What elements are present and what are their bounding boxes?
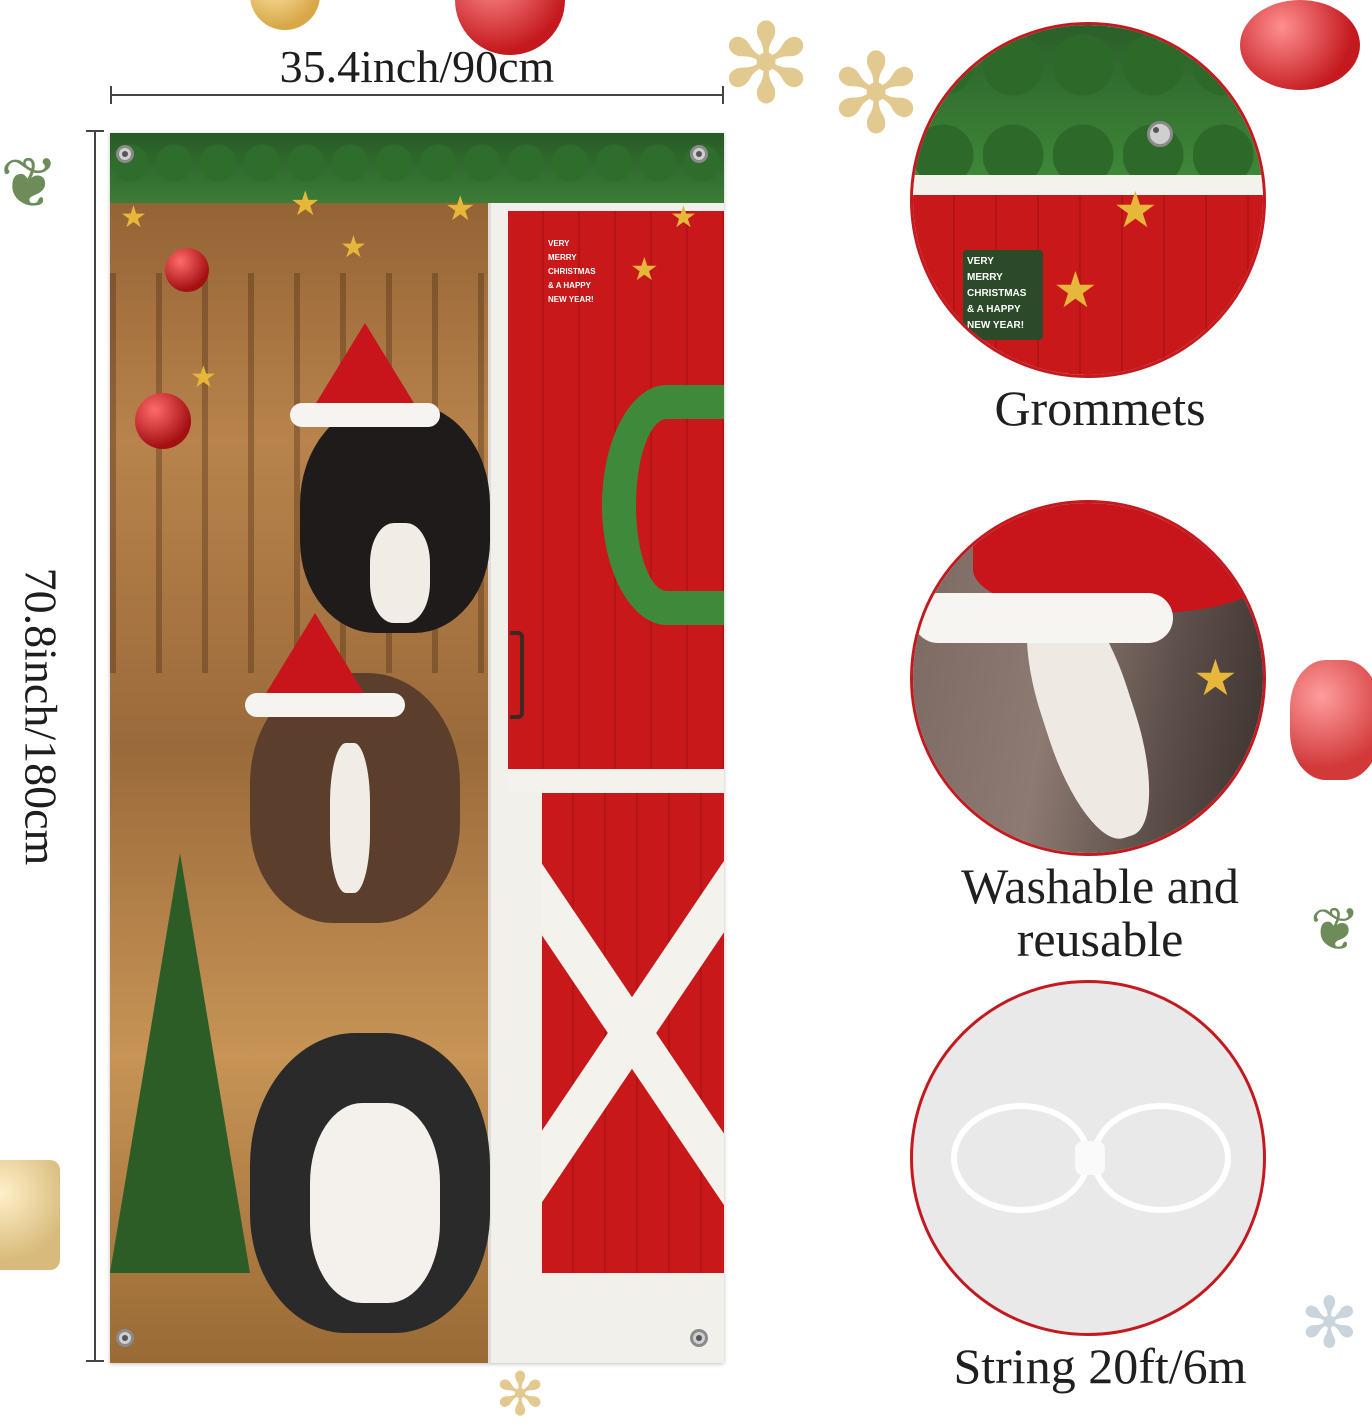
door-sign-line: VERY <box>548 239 570 248</box>
pine-garland <box>913 25 1263 185</box>
door-sign-line: CHRISTMAS <box>967 288 1027 299</box>
star-ornament-icon: ★ <box>1113 182 1158 238</box>
string-loop <box>1091 1103 1231 1213</box>
door-sign-line: & A HAPPY <box>548 281 591 290</box>
door-sign-line: & A HAPPY <box>967 304 1021 315</box>
santa-hat-trim <box>245 693 405 717</box>
star-ornament-icon: ★ <box>190 361 217 394</box>
door-sign-line: MERRY <box>548 253 577 262</box>
door-sign-line: NEW YEAR! <box>548 295 594 304</box>
santa-hat-trim <box>913 593 1173 643</box>
string-loop <box>951 1103 1091 1213</box>
washable-caption-line2: reusable <box>1016 910 1184 967</box>
grommet-icon <box>690 145 708 163</box>
grommet-icon <box>1147 121 1173 147</box>
star-ornament-icon: ★ <box>670 201 697 234</box>
star-ornament-icon: ★ <box>630 251 659 287</box>
door-sign-line: MERRY <box>967 272 1003 283</box>
star-ornament-icon: ★ <box>445 191 476 228</box>
washable-caption: Washable and reusable <box>900 860 1300 965</box>
string-closeup-circle <box>910 980 1266 1336</box>
grommet-icon <box>690 1329 708 1347</box>
star-ornament-icon: ★ <box>340 231 367 264</box>
red-bauble-icon <box>135 393 191 449</box>
merry-christmas-sign: VERY MERRY CHRISTMAS & A HAPPY NEW YEAR! <box>963 250 1043 340</box>
santa-hat-icon <box>310 323 420 413</box>
grommets-caption: Grommets <box>994 380 1206 436</box>
washable-caption-line1: Washable and <box>961 858 1239 914</box>
snowflake-icon: ✻ <box>1300 1286 1359 1363</box>
star-ornament-icon: ★ <box>1053 262 1098 318</box>
cow-top <box>300 403 490 633</box>
holly-leaf-icon: ❦ <box>1310 897 1361 963</box>
washable-closeup-circle: ★ <box>910 500 1266 856</box>
red-bauble-icon <box>165 248 209 292</box>
santa-hat-icon <box>260 613 370 703</box>
string-knot <box>1075 1141 1105 1175</box>
grommets-closeup-circle: VERY MERRY CHRISTMAS & A HAPPY NEW YEAR! ★ ★ <box>910 22 1266 378</box>
grommet-icon <box>116 145 134 163</box>
christmas-tree <box>110 853 250 1273</box>
cow-bottom <box>250 1033 490 1333</box>
door-sign-line: CHRISTMAS <box>548 267 596 276</box>
christmas-wreath <box>602 385 724 625</box>
santa-hat-trim <box>290 403 440 427</box>
snowflake-icon: ✻ <box>830 34 923 156</box>
snowflake-icon: ✻ <box>495 1362 546 1428</box>
string-caption: String 20ft/6m <box>953 1338 1247 1394</box>
door-handle-icon <box>510 631 524 719</box>
door-banner-image: VERY MERRY CHRISTMAS & A HAPPY NEW YEAR! ★ ★… <box>110 133 724 1363</box>
barn-door-rail <box>508 769 724 793</box>
width-dimension-line <box>110 86 724 104</box>
height-dimension-line <box>86 130 104 1362</box>
grommet-icon <box>116 1329 134 1347</box>
door-sign-line: NEW YEAR! <box>967 320 1025 331</box>
snowflake-icon: ✻ <box>720 4 813 126</box>
door-sign-line: VERY <box>967 256 994 267</box>
height-dimension-label: 70.8inch/180cm <box>15 567 67 866</box>
star-ornament-icon: ★ <box>120 201 147 234</box>
barn-door-lower-panel <box>542 793 724 1273</box>
star-ornament-icon: ★ <box>1193 650 1238 706</box>
star-ornament-icon: ★ <box>290 186 321 223</box>
background-ornament-gold <box>250 0 320 30</box>
background-ornament-red <box>1290 660 1372 780</box>
pine-garland <box>110 133 724 203</box>
